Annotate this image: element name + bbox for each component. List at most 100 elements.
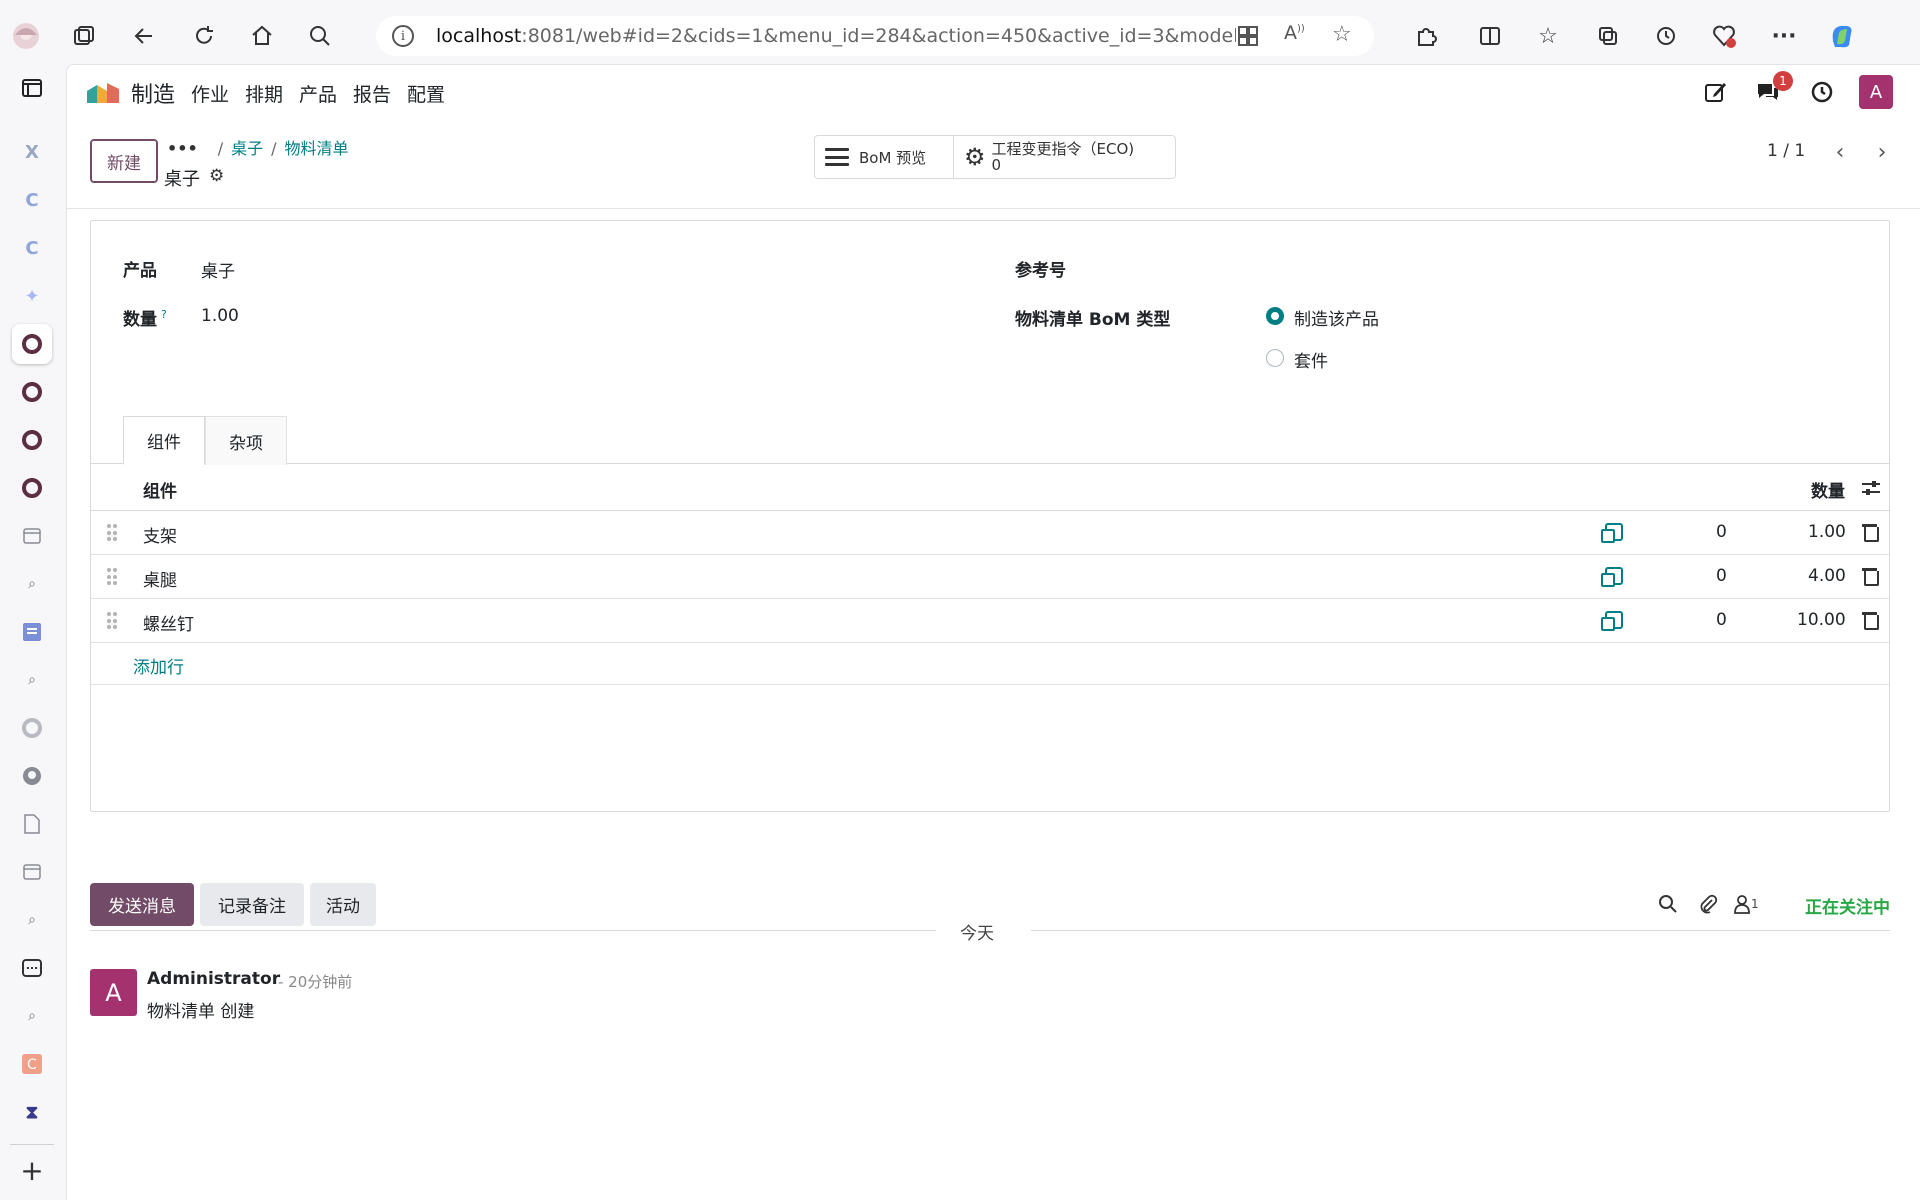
component-quantity[interactable]: 1.00 [1808, 522, 1846, 542]
collections-icon[interactable] [1590, 18, 1626, 54]
quantity-field[interactable]: 1.00 [201, 306, 239, 326]
history-icon[interactable] [1648, 18, 1684, 54]
pager-next-icon[interactable]: › [1867, 137, 1897, 167]
tab-doc-blue-icon[interactable] [16, 616, 48, 648]
drag-handle-icon[interactable] [107, 524, 117, 542]
add-tab-icon[interactable]: + [16, 1154, 48, 1187]
tab-odoo-icon[interactable] [16, 376, 48, 408]
drag-handle-icon[interactable] [107, 612, 117, 630]
profile-avatar-icon[interactable] [8, 18, 44, 54]
add-line-link[interactable]: 添加行 [133, 653, 184, 678]
message-avatar[interactable]: A [90, 969, 137, 1016]
activity-button[interactable]: 活动 [310, 883, 376, 926]
messages-icon[interactable]: 1 [1753, 71, 1793, 107]
chatter-search-icon[interactable] [1655, 891, 1681, 917]
back-icon[interactable] [126, 18, 162, 54]
delete-row-icon[interactable] [1862, 522, 1880, 542]
tab-odoo2-icon[interactable] [16, 424, 48, 456]
attachment-paperclip-icon[interactable] [1695, 891, 1721, 917]
delete-row-icon[interactable] [1862, 566, 1880, 586]
tab-odoo-active-icon[interactable] [12, 324, 52, 364]
tab-calendar-icon[interactable] [16, 520, 48, 552]
actions-gear-icon[interactable]: ⚙ [209, 166, 224, 186]
address-bar[interactable]: i localhost:8081/web#id=2&cids=1&menu_id… [376, 16, 1374, 56]
bom-type-manufacture-radio[interactable] [1266, 307, 1284, 325]
site-info-icon[interactable]: i [392, 25, 414, 47]
component-quantity[interactable]: 10.00 [1797, 610, 1846, 630]
tab-gemini-icon[interactable]: ✦ [16, 280, 48, 312]
more-options-icon[interactable]: ··· [1766, 18, 1802, 54]
component-name[interactable]: 桌腿 [143, 566, 177, 591]
forecast-report-icon[interactable] [1601, 611, 1623, 631]
followers-button[interactable]: 1 [1733, 891, 1773, 917]
tab-file-icon[interactable] [16, 808, 48, 840]
following-button[interactable]: 正在关注中 [1805, 893, 1890, 918]
tab-search2-icon[interactable]: ⌕ [16, 664, 48, 696]
forecast-report-icon[interactable] [1601, 523, 1623, 543]
menu-planning[interactable]: 排期 [245, 80, 283, 107]
drag-handle-icon[interactable] [107, 568, 117, 586]
new-button[interactable]: 新建 [90, 139, 158, 183]
menu-reporting[interactable]: 报告 [353, 80, 391, 107]
log-note-button[interactable]: 记录备注 [200, 883, 304, 926]
search-icon[interactable] [302, 18, 338, 54]
tab-c-icon[interactable]: C [16, 184, 48, 216]
split-screen-icon[interactable] [1472, 18, 1508, 54]
extensions-icon[interactable] [1408, 18, 1444, 54]
app-name[interactable]: 制造 [131, 77, 175, 109]
tab-c-orange-icon[interactable]: C [16, 1048, 48, 1080]
pager-prev-icon[interactable]: ‹ [1825, 137, 1855, 167]
activity-clock-icon[interactable] [1807, 77, 1837, 107]
favorites-icon[interactable]: ☆ [1530, 18, 1566, 54]
component-name[interactable]: 支架 [143, 522, 177, 547]
forecast-report-icon[interactable] [1601, 567, 1623, 587]
col-component[interactable]: 组件 [143, 477, 177, 502]
tab-actions-icon[interactable] [16, 72, 48, 104]
eco-button[interactable]: ⚙ 工程变更指令（ECO) 0 [953, 136, 1175, 178]
performance-heart-icon[interactable] [1706, 18, 1742, 54]
tab-calendar3-icon[interactable] [16, 952, 48, 984]
quantity-help-icon[interactable]: ? [161, 308, 167, 321]
send-message-button[interactable]: 发送消息 [90, 883, 194, 926]
tab-search3-icon[interactable]: ⌕ [16, 904, 48, 936]
breadcrumb-product[interactable]: 桌子 [231, 139, 263, 158]
tab-c2-icon[interactable]: C [16, 232, 48, 264]
url-text[interactable]: localhost:8081/web#id=2&cids=1&menu_id=2… [436, 25, 1236, 47]
home-icon[interactable] [244, 18, 280, 54]
breadcrumb-more[interactable]: ••• [167, 139, 198, 158]
tab-ring-light-icon[interactable] [16, 712, 48, 744]
pager-value[interactable]: 1 / 1 [1767, 141, 1805, 161]
app-available-icon[interactable] [1236, 24, 1260, 53]
menu-operations[interactable]: 作业 [191, 80, 229, 107]
user-avatar[interactable]: A [1859, 75, 1893, 109]
component-name[interactable]: 螺丝钉 [143, 610, 194, 635]
tab-components[interactable]: 组件 [123, 416, 205, 465]
tab-search4-icon[interactable]: ⌕ [16, 1000, 48, 1032]
component-quantity[interactable]: 4.00 [1808, 566, 1846, 586]
tab-calendar2-icon[interactable] [16, 856, 48, 888]
col-quantity[interactable]: 数量 [1811, 477, 1845, 502]
optional-columns-icon[interactable] [1861, 479, 1881, 502]
menu-products[interactable]: 产品 [299, 80, 337, 107]
breadcrumb-bom[interactable]: 物料清单 [284, 139, 348, 158]
message-author[interactable]: Administrator [147, 969, 280, 989]
copilot-icon[interactable] [1824, 18, 1860, 54]
edit-note-icon[interactable] [1701, 77, 1731, 107]
tab-github-icon[interactable] [16, 760, 48, 792]
read-aloud-icon[interactable]: A)) [1284, 22, 1305, 44]
tab-x-icon[interactable]: X [16, 136, 48, 168]
bom-type-kit-label[interactable]: 套件 [1294, 347, 1328, 372]
table-row[interactable]: 桌腿 0 4.00 [91, 555, 1889, 599]
product-field[interactable]: 桌子 [201, 257, 235, 282]
workspaces-icon[interactable] [66, 18, 102, 54]
bom-type-kit-radio[interactable] [1266, 349, 1284, 367]
tab-odoo3-icon[interactable] [16, 472, 48, 504]
table-row[interactable]: 螺丝钉 0 10.00 [91, 599, 1889, 643]
bom-type-manufacture-label[interactable]: 制造该产品 [1294, 305, 1379, 330]
tab-misc[interactable]: 杂项 [205, 416, 287, 465]
favorite-star-icon[interactable]: ☆ [1332, 22, 1352, 47]
bom-preview-button[interactable]: BoM 预览 [815, 136, 953, 178]
tab-search-icon[interactable]: ⌕ [16, 568, 48, 600]
menu-configuration[interactable]: 配置 [407, 80, 445, 107]
refresh-icon[interactable] [186, 18, 222, 54]
